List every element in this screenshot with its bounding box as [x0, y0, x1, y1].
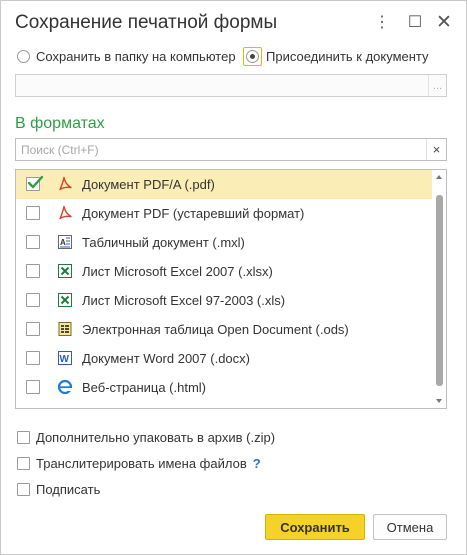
format-checkbox[interactable]: [26, 206, 40, 220]
format-checkbox[interactable]: [26, 380, 40, 394]
maximize-icon[interactable]: ☐: [404, 11, 426, 33]
browse-folder-button[interactable]: ...: [428, 75, 446, 96]
pdf-icon: [57, 205, 73, 221]
format-label: Веб-страница (.html): [82, 380, 207, 395]
help-icon[interactable]: ?: [253, 456, 261, 471]
radio-focus-frame: [243, 46, 262, 66]
svg-text:W: W: [60, 354, 70, 365]
formats-heading: В форматах: [15, 115, 105, 132]
format-list-item[interactable]: Документ PDF/A (.pdf): [16, 170, 432, 199]
format-checkbox[interactable]: [26, 264, 40, 278]
format-label: Лист Microsoft Excel 97-2003 (.xls): [82, 293, 286, 308]
format-label: Документ Word 2007 (.docx): [82, 351, 250, 366]
format-list-item[interactable]: Лист Microsoft Excel 97-2003 (.xls): [16, 286, 432, 315]
radio-save-to-folder[interactable]: Сохранить в папку на компьютер: [17, 46, 236, 66]
format-label: Документ PDF (устаревший формат): [82, 206, 305, 221]
pdf-icon: [57, 176, 73, 192]
format-checkbox[interactable]: [26, 293, 40, 307]
folder-path-field[interactable]: ...: [15, 74, 447, 97]
word-icon: W: [57, 350, 73, 366]
format-search: ×: [15, 138, 447, 161]
radio-attach-to-document[interactable]: Присоединить к документу: [243, 46, 429, 66]
format-label: Электронная таблица Open Document (.ods): [82, 322, 349, 337]
format-list-item[interactable]: Лист Microsoft Excel 2007 (.xlsx): [16, 257, 432, 286]
more-options-icon[interactable]: ⋮: [371, 11, 393, 33]
transliterate-option-label: Транслитерировать имена файлов: [36, 455, 247, 471]
format-list-item[interactable]: W Документ Word 2007 (.docx): [16, 344, 432, 373]
radio-save-to-folder-label: Сохранить в папку на компьютер: [36, 48, 236, 64]
format-checkbox[interactable]: [26, 351, 40, 365]
sign-option[interactable]: Подписать: [17, 480, 100, 498]
format-label: Табличный документ (.mxl): [82, 235, 245, 250]
cancel-button[interactable]: Отмена: [373, 514, 447, 540]
transliterate-option[interactable]: Транслитерировать имена файлов ?: [17, 454, 261, 472]
scroll-up-arrow-icon[interactable]: [436, 175, 442, 179]
scroll-thumb[interactable]: [436, 195, 443, 386]
radio-button-selected[interactable]: [246, 49, 259, 63]
format-label: Документ PDF/A (.pdf): [82, 177, 215, 192]
svg-text:A: A: [60, 238, 66, 247]
format-checkbox-checked[interactable]: [26, 175, 44, 191]
dialog-title: Сохранение печатной формы: [15, 12, 278, 33]
web-icon: [57, 379, 73, 395]
format-search-input[interactable]: [16, 139, 426, 160]
sign-option-label: Подписать: [36, 481, 101, 497]
radio-button[interactable]: [17, 49, 30, 63]
transliterate-checkbox[interactable]: [17, 456, 30, 470]
zip-checkbox[interactable]: [17, 430, 30, 444]
zip-option[interactable]: Дополнительно упаковать в архив (.zip): [17, 428, 275, 446]
excel-icon: [57, 292, 73, 308]
format-list-item[interactable]: Веб-страница (.html): [16, 373, 432, 402]
list-scrollbar[interactable]: [433, 170, 446, 408]
scroll-down-arrow-icon[interactable]: [436, 399, 442, 403]
format-checkbox[interactable]: [26, 322, 40, 336]
ods-icon: [57, 321, 73, 337]
formats-list: Документ PDF/A (.pdf) Документ PDF (устар…: [15, 169, 447, 409]
mxl-icon: A: [57, 234, 73, 250]
format-list-item[interactable]: Документ PDF (устаревший формат): [16, 199, 432, 228]
format-label: Лист Microsoft Excel 2007 (.xlsx): [82, 264, 273, 279]
format-list-item[interactable]: Электронная таблица Open Document (.ods): [16, 315, 432, 344]
save-button[interactable]: Сохранить: [265, 514, 365, 540]
excel-icon: [57, 263, 73, 279]
clear-search-button[interactable]: ×: [426, 139, 446, 160]
format-checkbox[interactable]: [26, 235, 40, 249]
radio-attach-to-document-label: Присоединить к документу: [266, 48, 429, 64]
format-list-item[interactable]: A Табличный документ (.mxl): [16, 228, 432, 257]
close-icon[interactable]: ✕: [433, 11, 455, 33]
sign-checkbox[interactable]: [17, 482, 30, 496]
save-print-form-dialog: Сохранение печатной формы ⋮ ☐ ✕ Сохранит…: [0, 0, 467, 555]
zip-option-label: Дополнительно упаковать в архив (.zip): [36, 429, 276, 445]
